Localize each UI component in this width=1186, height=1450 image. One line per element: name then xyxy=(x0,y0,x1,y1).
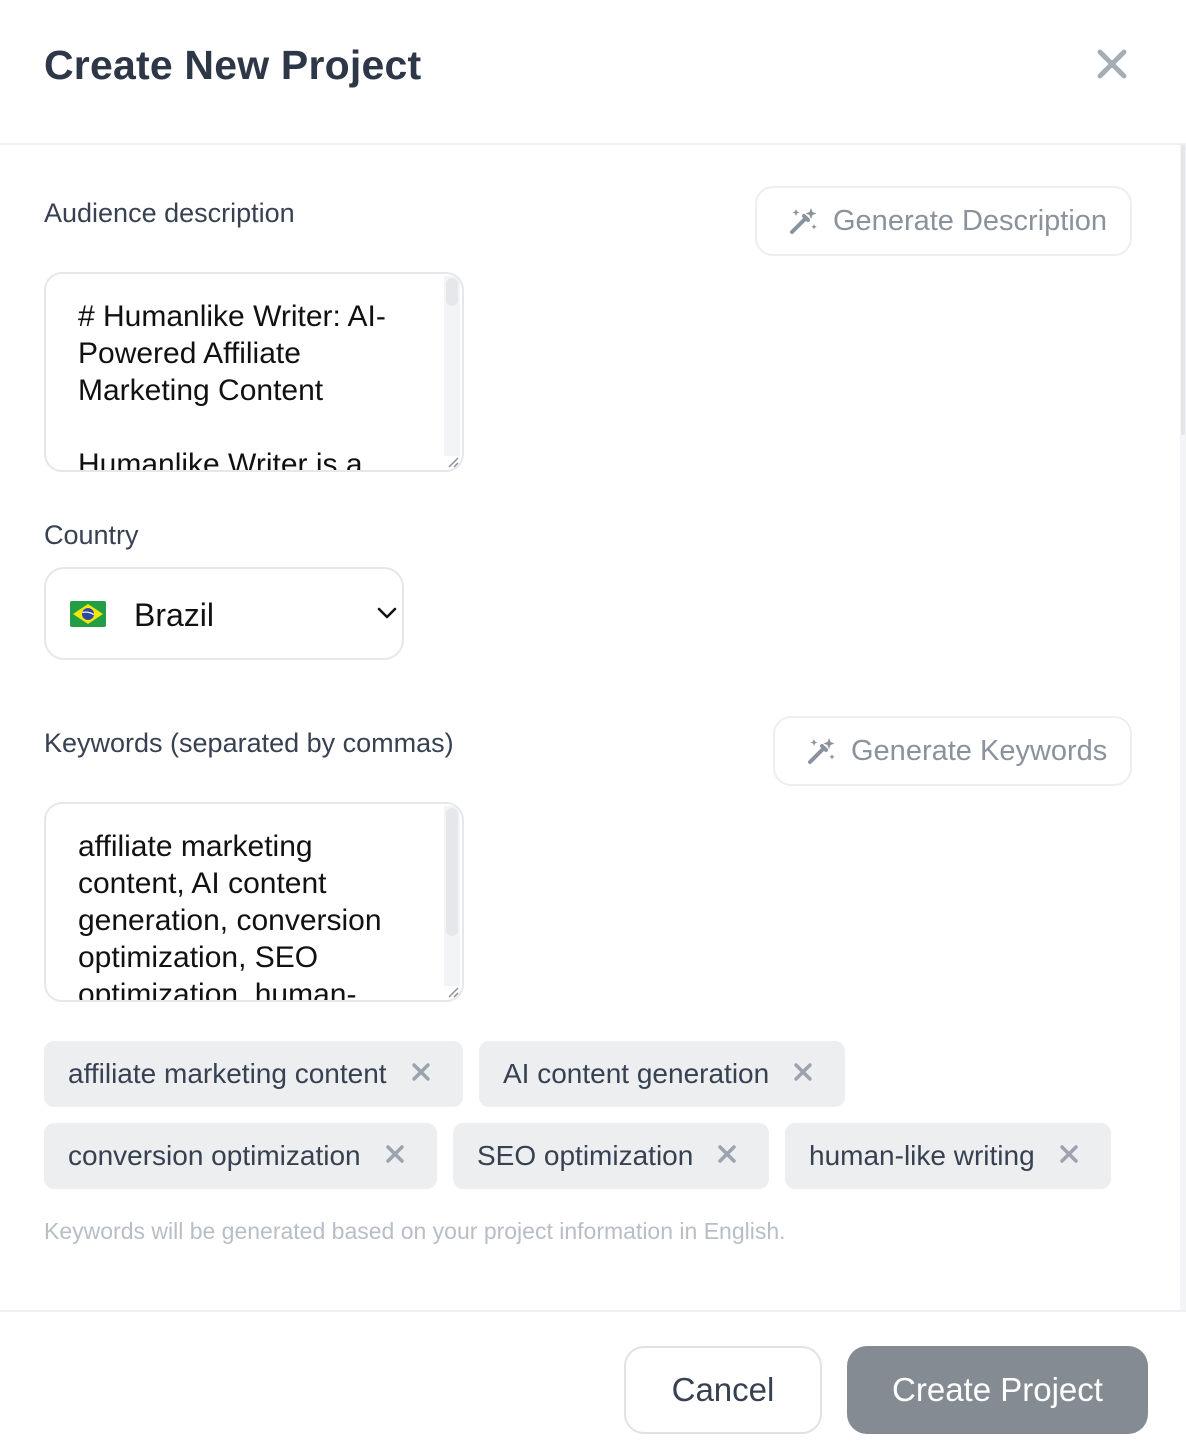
country-value: Brazil xyxy=(134,597,215,633)
keyword-chip-label: conversion optimization xyxy=(68,1140,361,1171)
keyword-chip-label: SEO optimization xyxy=(477,1140,694,1171)
audience-description-label: Audience description xyxy=(44,198,295,228)
resize-handle-icon[interactable] xyxy=(446,986,460,998)
remove-keyword-icon[interactable] xyxy=(1058,1143,1080,1165)
keyword-chip: SEO optimization xyxy=(453,1123,769,1189)
country-label: Country xyxy=(44,520,139,550)
audience-description-textarea[interactable]: # Humanlike Writer: AI- Powered Affiliat… xyxy=(44,272,464,472)
generate-description-label: Generate Description xyxy=(833,204,1108,237)
audience-description-text: # Humanlike Writer: AI- Powered Affiliat… xyxy=(78,300,386,472)
textarea-scrollbar-thumb[interactable] xyxy=(446,808,458,936)
keywords-text: affiliate marketing content, AI content … xyxy=(78,830,382,1002)
close-button[interactable] xyxy=(1092,44,1132,84)
remove-keyword-icon[interactable] xyxy=(716,1143,738,1165)
modal-title: Create New Project xyxy=(44,42,422,88)
keyword-chip-label: human-like writing xyxy=(809,1140,1035,1171)
textarea-scrollbar-thumb[interactable] xyxy=(446,278,458,306)
country-select[interactable]: Brazil xyxy=(44,567,404,660)
keywords-label: Keywords (separated by commas) xyxy=(44,728,454,758)
remove-keyword-icon[interactable] xyxy=(792,1061,814,1083)
keyword-chip: AI content generation xyxy=(479,1041,845,1107)
magic-wand-icon xyxy=(808,738,835,764)
magic-wand-icon xyxy=(790,208,817,234)
resize-handle-icon[interactable] xyxy=(446,456,460,468)
create-project-button[interactable]: Create Project xyxy=(847,1346,1148,1434)
keyword-chip: conversion optimization xyxy=(44,1123,437,1189)
keywords-hint: Keywords will be generated based on your… xyxy=(44,1218,786,1244)
textarea-scrollbar[interactable] xyxy=(444,806,460,986)
textarea-scrollbar[interactable] xyxy=(444,276,460,456)
keyword-chip-label: affiliate marketing content xyxy=(68,1058,387,1089)
keywords-textarea[interactable]: affiliate marketing content, AI content … xyxy=(44,802,464,1002)
cancel-button[interactable]: Cancel xyxy=(624,1346,822,1434)
create-project-modal: Create New Project Audience description … xyxy=(0,0,1186,1450)
close-icon xyxy=(1097,49,1127,79)
keyword-chip-label: AI content generation xyxy=(503,1058,770,1089)
modal-scrollbar-thumb[interactable] xyxy=(1181,145,1185,435)
keyword-chip: affiliate marketing content xyxy=(44,1041,463,1107)
modal-header: Create New Project xyxy=(0,0,1186,145)
generate-keywords-button[interactable]: Generate Keywords xyxy=(773,716,1132,786)
generate-keywords-label: Generate Keywords xyxy=(851,734,1108,767)
remove-keyword-icon[interactable] xyxy=(384,1143,406,1165)
keyword-chip: human-like writing xyxy=(785,1123,1111,1189)
modal-footer: Cancel Create Project xyxy=(0,1310,1186,1450)
generate-description-button[interactable]: Generate Description xyxy=(755,186,1132,256)
remove-keyword-icon[interactable] xyxy=(410,1061,432,1083)
brazil-flag-icon xyxy=(70,601,106,627)
chevron-down-icon xyxy=(377,607,397,619)
